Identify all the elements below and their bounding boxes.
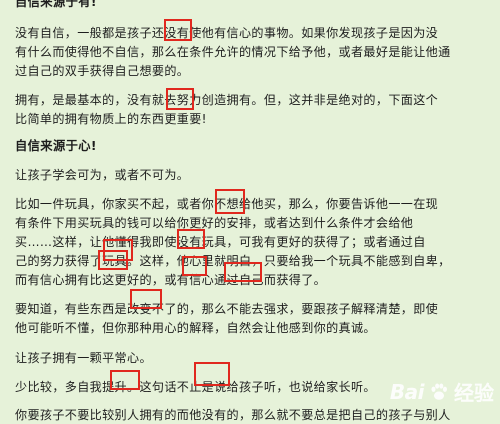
annotation-box xyxy=(224,262,262,282)
section-heading: 自信来源于心! xyxy=(15,139,97,153)
section-heading: 自信来源于有! xyxy=(15,0,97,9)
paragraph-line: 让孩子拥有一颗平常心。 xyxy=(15,351,152,365)
paragraph-line: 他可能听不懂，但你那种用心的解释，自然会让他感到你的真诚。 xyxy=(15,321,376,335)
annotation-box xyxy=(194,362,230,386)
paragraph-line: 没有自信，一般都是孩子还没有使他有信心的事物。如果你发现孩子是因为没 xyxy=(15,26,439,40)
paragraph-line: 拥有，是最基本的，没有就去努力创造拥有。但，这并非是绝对的，下面这个 xyxy=(15,93,439,107)
annotation-box xyxy=(215,189,245,214)
article-page: 自信来源于有! 没有自信，一般都是孩子还没有使他有信心的事物。如果你发现孩子是因… xyxy=(0,0,500,422)
paragraph-line: 让孩子学会可为，或者不可为。 xyxy=(15,168,190,182)
paragraph-line: 过自己的双手获得自己想要的。 xyxy=(15,64,190,78)
watermark-logo-text: Bai xyxy=(389,379,425,404)
annotation-box xyxy=(177,229,205,249)
watermark-site-text: 经验 xyxy=(454,381,494,405)
annotation-box xyxy=(166,88,194,110)
annotation-box xyxy=(98,250,128,270)
baidu-jingyan-watermark: Bai 经验 xyxy=(390,377,494,406)
paragraph-line: 比简单的拥有物质上的东西更重要! xyxy=(15,112,207,126)
paragraph-line: 你要孩子不要比较别人拥有的而他没有的，那么就不要总是把自己的孩子与别人 xyxy=(15,408,451,422)
paragraph-line: 有条件下用买玩具的钱可以给你更好的安排，或者达到什么条件才会给他 xyxy=(15,216,414,230)
annotation-box xyxy=(110,370,140,390)
paragraph-line: 要知道，有些东西是改变不了的，那么不能去强求，要跟孩子解释清楚，即使 xyxy=(15,302,439,316)
annotation-box xyxy=(130,289,162,309)
paragraph-line: 有什么而使得他不自信，那么在条件允许的情况下给予他，或者最好是能让他通 xyxy=(15,45,451,59)
paragraph-line: 而有信心拥有比这更好的，或有信心通过自己而获得了。 xyxy=(15,273,327,287)
paragraph-line: 买……这样，让他懂得我即使没有玩具，可我有更好的获得了；或者通过自 xyxy=(15,235,426,249)
paw-icon xyxy=(431,382,447,400)
annotation-box xyxy=(164,19,192,41)
annotation-box xyxy=(182,256,207,276)
